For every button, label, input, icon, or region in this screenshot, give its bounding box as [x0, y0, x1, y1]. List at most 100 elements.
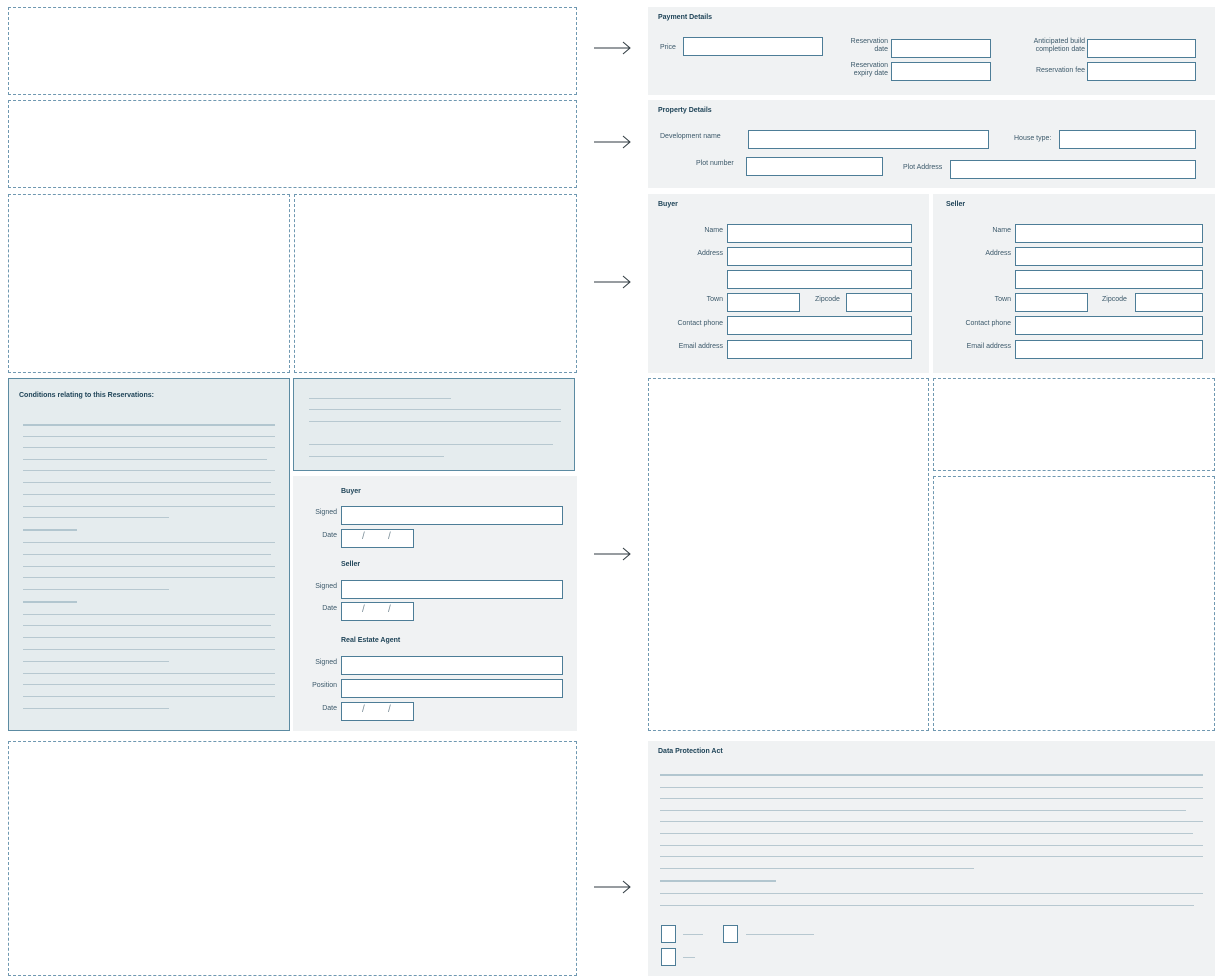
house-type-field[interactable] [1059, 130, 1196, 149]
reservation-date-field[interactable] [891, 39, 991, 58]
sig-agent-signed-field[interactable] [341, 656, 563, 675]
sig-agent-title: Real Estate Agent [341, 637, 401, 644]
seller-name-field[interactable] [1015, 224, 1203, 243]
seller-phone-field[interactable] [1015, 316, 1203, 335]
arrow-right-icon [594, 547, 631, 561]
arrow-right-icon [594, 275, 631, 289]
development-name-label: Development name [660, 133, 721, 140]
sig-seller-signed-field[interactable] [341, 580, 563, 599]
completion-date-label: Anticipated build completion date [1033, 38, 1085, 53]
seller-zipcode-field[interactable] [1135, 293, 1203, 312]
date-separator: / [388, 704, 391, 715]
note-line [309, 421, 561, 422]
sig-agent-position-field[interactable] [341, 679, 563, 698]
conditions-title: Conditions relating to this Reservations… [19, 392, 154, 399]
date-separator: / [362, 604, 365, 615]
sig-seller-date-label: Date [322, 605, 337, 612]
text-line [23, 447, 275, 448]
buyer-address-label: Address [697, 250, 723, 257]
house-type-label: House type: [1014, 135, 1052, 142]
buyer-town-field[interactable] [727, 293, 800, 312]
checkbox-label-line [683, 934, 703, 935]
note-line [309, 456, 444, 457]
seller-town-label: Town [994, 296, 1011, 303]
text-line [660, 774, 1203, 776]
text-line [660, 880, 776, 882]
buyer-address-field-1[interactable] [727, 247, 912, 266]
arrow-right-icon [594, 880, 631, 894]
sig-agent-signed-label: Signed [315, 659, 337, 666]
data-protection-panel: Data Protection Act [648, 741, 1215, 976]
sig-agent-position-label: Position [312, 682, 337, 689]
wireframe-buyer-placeholder [8, 194, 290, 373]
buyer-name-field[interactable] [727, 224, 912, 243]
checkbox-label-line [683, 957, 695, 958]
seller-address-field-2[interactable] [1015, 270, 1203, 289]
reservation-fee-field[interactable] [1087, 62, 1196, 81]
text-line [23, 459, 267, 460]
arrow-right-icon [594, 135, 631, 149]
reservation-expiry-field[interactable] [891, 62, 991, 81]
note-line [309, 444, 553, 445]
text-line [23, 696, 275, 697]
wireframe-seller-placeholder [294, 194, 577, 373]
buyer-address-field-2[interactable] [727, 270, 912, 289]
buyer-email-label: Email address [678, 343, 723, 350]
text-line [660, 905, 1194, 906]
sig-seller-date-field[interactable]: / / [341, 602, 414, 621]
conditions-panel: Conditions relating to this Reservations… [8, 378, 290, 731]
consent-checkbox[interactable] [661, 925, 676, 943]
text-line [660, 821, 1203, 822]
text-line [660, 787, 1203, 788]
seller-address-field-1[interactable] [1015, 247, 1203, 266]
sig-agent-date-label: Date [322, 705, 337, 712]
sig-buyer-title: Buyer [341, 488, 361, 495]
seller-email-field[interactable] [1015, 340, 1203, 359]
text-line [23, 589, 169, 590]
sig-agent-date-field[interactable]: / / [341, 702, 414, 721]
buyer-town-label: Town [706, 296, 723, 303]
consent-checkbox[interactable] [661, 948, 676, 966]
development-name-field[interactable] [748, 130, 989, 149]
text-line [23, 542, 275, 543]
checkbox-label-line [746, 934, 814, 935]
payment-details-title: Payment Details [658, 14, 713, 21]
seller-email-label: Email address [966, 343, 1011, 350]
text-line [23, 673, 275, 674]
wireframe-conditions-placeholder [648, 378, 929, 731]
buyer-phone-label: Contact phone [677, 320, 723, 327]
completion-date-field[interactable] [1087, 39, 1196, 58]
wireframe-payment-placeholder [8, 7, 577, 95]
date-separator: / [388, 531, 391, 542]
property-details-panel: Property Details Development name House … [648, 100, 1215, 188]
plot-number-field[interactable] [746, 157, 883, 176]
text-line [660, 810, 1186, 811]
text-line [23, 566, 275, 567]
text-line [23, 517, 169, 518]
seller-town-field[interactable] [1015, 293, 1088, 312]
reservation-date-label: Reservation date [850, 38, 888, 53]
plot-address-label: Plot Address [903, 164, 943, 171]
sig-buyer-date-field[interactable]: / / [341, 529, 414, 548]
text-line [23, 614, 275, 615]
plot-address-field[interactable] [950, 160, 1196, 179]
consent-checkbox[interactable] [723, 925, 738, 943]
date-separator: / [362, 531, 365, 542]
text-line [23, 649, 275, 650]
buyer-zipcode-field[interactable] [846, 293, 912, 312]
wireframe-note-placeholder [933, 378, 1215, 471]
buyer-panel: Buyer Name Address Town Zipcode Contact … [648, 194, 929, 373]
price-field[interactable] [683, 37, 823, 56]
buyer-phone-field[interactable] [727, 316, 912, 335]
text-line [660, 798, 1203, 799]
text-line [23, 625, 271, 626]
note-panel [293, 378, 575, 471]
text-line [23, 708, 169, 709]
signatures-panel: Buyer Signed Date / / Seller Signed Date… [293, 476, 577, 731]
sig-buyer-signed-field[interactable] [341, 506, 563, 525]
seller-address-label: Address [985, 250, 1011, 257]
date-separator: / [388, 604, 391, 615]
text-line [23, 554, 271, 555]
buyer-email-field[interactable] [727, 340, 912, 359]
buyer-title: Buyer [658, 201, 678, 208]
